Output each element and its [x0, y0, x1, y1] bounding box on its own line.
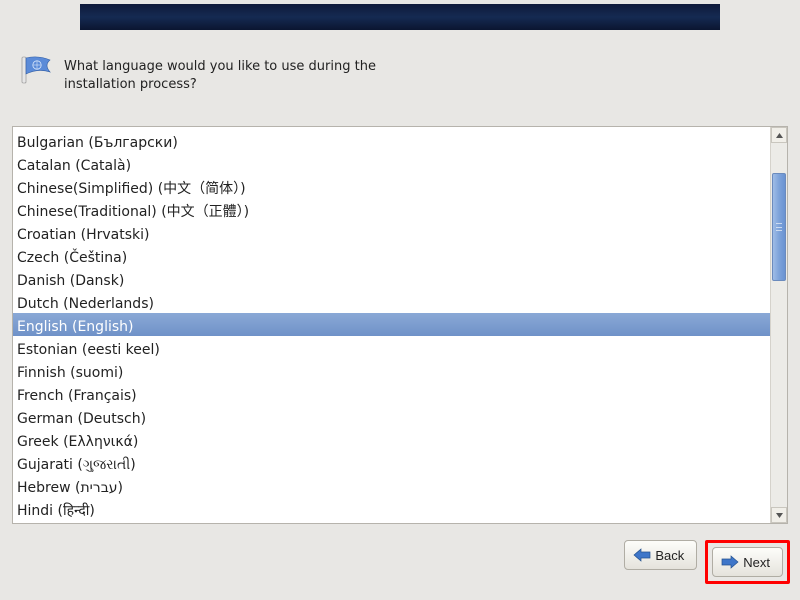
language-option[interactable]: Estonian (eesti keel) [13, 336, 770, 359]
language-list[interactable]: Bulgarian (Български)Catalan (Català)Chi… [12, 126, 788, 524]
scroll-up-button[interactable] [771, 127, 787, 143]
language-option[interactable]: Finnish (suomi) [13, 359, 770, 382]
language-option[interactable]: Greek (Ελληνικά) [13, 428, 770, 451]
prompt-text: What language would you like to use duri… [64, 56, 404, 93]
scrollbar[interactable] [770, 127, 787, 523]
next-button-highlight: Next [705, 540, 790, 584]
button-bar: Back Next [0, 540, 800, 584]
language-option[interactable]: Czech (Čeština) [13, 244, 770, 267]
scrollbar-thumb[interactable] [772, 173, 786, 281]
header-banner [80, 4, 720, 30]
language-option[interactable]: Hebrew (עברית) [13, 474, 770, 497]
language-option[interactable]: Hindi (हिन्दी) [13, 497, 770, 520]
language-option[interactable]: Dutch (Nederlands) [13, 290, 770, 313]
language-option[interactable]: Catalan (Català) [13, 152, 770, 175]
language-option[interactable]: French (Français) [13, 382, 770, 405]
language-flag-icon [20, 56, 54, 84]
language-option[interactable]: German (Deutsch) [13, 405, 770, 428]
next-button-label: Next [743, 555, 770, 570]
scroll-down-button[interactable] [771, 507, 787, 523]
arrow-right-icon [721, 555, 739, 569]
language-option[interactable]: Gujarati (ગુજરાતી) [13, 451, 770, 474]
language-option[interactable]: Bulgarian (Български) [13, 129, 770, 152]
language-option[interactable]: Chinese(Simplified) (中文（简体）) [13, 175, 770, 198]
language-list-viewport: Bulgarian (Български)Catalan (Català)Chi… [13, 127, 770, 523]
language-option[interactable]: Chinese(Traditional) (中文（正體）) [13, 198, 770, 221]
language-option[interactable]: Danish (Dansk) [13, 267, 770, 290]
back-button[interactable]: Back [624, 540, 697, 570]
language-option[interactable]: Croatian (Hrvatski) [13, 221, 770, 244]
next-button[interactable]: Next [712, 547, 783, 577]
scrollbar-track[interactable] [771, 143, 787, 507]
arrow-left-icon [633, 548, 651, 562]
prompt-row: What language would you like to use duri… [20, 56, 780, 93]
language-option[interactable]: English (English) [13, 313, 770, 336]
back-button-label: Back [655, 548, 684, 563]
